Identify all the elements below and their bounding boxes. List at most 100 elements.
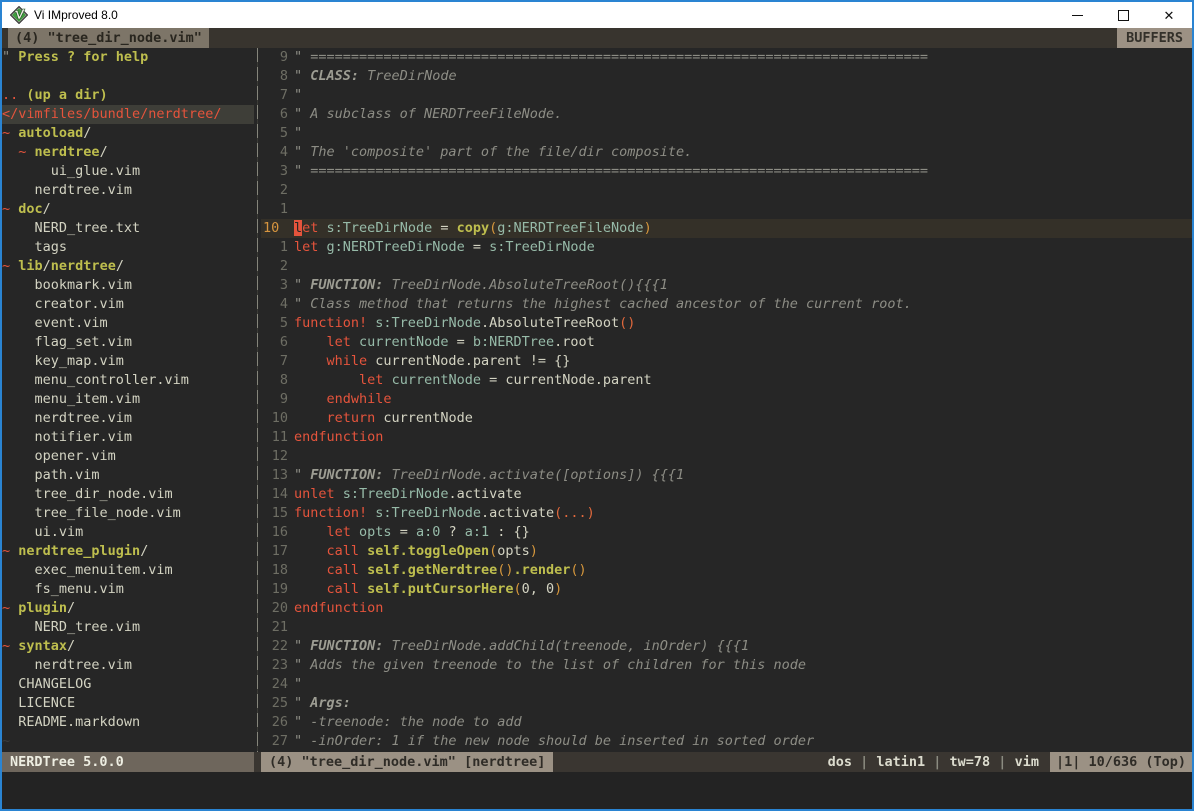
code-line[interactable]: 6 let currentNode = b:NERDTree.root (261, 333, 1192, 352)
token: doc (18, 201, 42, 217)
code-line[interactable]: 1let g:NERDTreeDirNode = s:TreeDirNode (261, 238, 1192, 257)
tree-item[interactable]: LICENCE (2, 694, 254, 713)
tree-item[interactable]: ~ nerdtree_plugin/ (2, 542, 254, 561)
tree-item[interactable]: nerdtree.vim (2, 656, 254, 675)
tree-item[interactable]: ~ nerdtree/ (2, 143, 254, 162)
tree-item[interactable]: creator.vim (2, 295, 254, 314)
tree-item[interactable]: CHANGELOG (2, 675, 254, 694)
tree-item[interactable]: .. (up a dir) (2, 86, 254, 105)
tree-item[interactable]: ui.vim (2, 523, 254, 542)
token: call (327, 581, 360, 597)
code-line[interactable]: 14unlet s:TreeDirNode.activate (261, 485, 1192, 504)
code-line[interactable]: 4" Class method that returns the highest… (261, 295, 1192, 314)
code-line[interactable]: 10 return currentNode (261, 409, 1192, 428)
tree-item[interactable]: tree_dir_node.vim (2, 485, 254, 504)
tree-item[interactable]: NERD_tree.txt (2, 219, 254, 238)
line-number: 21 (261, 618, 288, 637)
tree-item[interactable]: README.markdown (2, 713, 254, 732)
token: nerdtree.vim (2, 182, 132, 198)
code-line[interactable]: 22" FUNCTION: TreeDirNode.addChild(treen… (261, 637, 1192, 656)
token: function! (294, 315, 367, 331)
code-line[interactable]: 2 (261, 181, 1192, 200)
tree-item[interactable]: tree_file_node.vim (2, 504, 254, 523)
code-line[interactable]: 2 (261, 257, 1192, 276)
code-line[interactable]: 24" (261, 675, 1192, 694)
token (294, 391, 327, 407)
token: self.putCursorHere (367, 581, 513, 597)
code-line[interactable]: 4" The 'composite' part of the file/dir … (261, 143, 1192, 162)
code-text: call self.putCursorHere(0, 0) (294, 580, 1192, 599)
code-line[interactable]: 8" CLASS: TreeDirNode (261, 67, 1192, 86)
code-line[interactable]: 9 endwhile (261, 390, 1192, 409)
tree-item[interactable]: ~ autoload/ (2, 124, 254, 143)
tree-item[interactable]: nerdtree.vim (2, 409, 254, 428)
tree-item[interactable]: ~ lib/nerdtree/ (2, 257, 254, 276)
tree-item[interactable]: ~ plugin/ (2, 599, 254, 618)
code-line[interactable]: 11endfunction (261, 428, 1192, 447)
tree-item[interactable]: menu_item.vim (2, 390, 254, 409)
tree-item[interactable]: " Press ? for help (2, 48, 254, 67)
code-line[interactable]: 7 while currentNode.parent != {} (261, 352, 1192, 371)
token: .. (2, 87, 26, 103)
close-button[interactable]: ✕ (1146, 2, 1192, 28)
code-line[interactable]: 17 call self.toggleOpen(opts) (261, 542, 1192, 561)
code-line[interactable]: 10let s:TreeDirNode = copy(g:NERDTreeFil… (261, 219, 1192, 238)
file-status: (4) "tree_dir_node.vim" [nerdtree] (261, 752, 553, 772)
code-line[interactable]: 18 call self.getNerdtree().render() (261, 561, 1192, 580)
code-line[interactable]: 12 (261, 447, 1192, 466)
code-line[interactable]: 3" FUNCTION: TreeDirNode.AbsoluteTreeRoo… (261, 276, 1192, 295)
line-number: 23 (261, 656, 288, 675)
tree-item[interactable]: NERD_tree.vim (2, 618, 254, 637)
tree-item[interactable] (2, 67, 254, 86)
tree-item[interactable]: path.vim (2, 466, 254, 485)
code-line[interactable]: 26" -treenode: the node to add (261, 713, 1192, 732)
code-line[interactable]: 8 let currentNode = currentNode.parent (261, 371, 1192, 390)
code-text: function! s:TreeDirNode.activate(...) (294, 504, 1192, 523)
tree-item[interactable]: exec_menuitem.vim (2, 561, 254, 580)
code-line[interactable]: 5" (261, 124, 1192, 143)
code-line[interactable]: 13" FUNCTION: TreeDirNode.activate([opti… (261, 466, 1192, 485)
code-line[interactable]: 19 call self.putCursorHere(0, 0) (261, 580, 1192, 599)
minimize-button[interactable] (1054, 2, 1100, 28)
tree-root-item[interactable]: </vimfiles/bundle/nerdtree/ (2, 105, 254, 124)
tree-item[interactable]: ~ (2, 732, 254, 751)
code-line[interactable]: 15function! s:TreeDirNode.activate(...) (261, 504, 1192, 523)
maximize-button[interactable] (1100, 2, 1146, 28)
tree-item[interactable]: tags (2, 238, 254, 257)
token (294, 524, 327, 540)
code-line[interactable]: 23" Adds the given treenode to the list … (261, 656, 1192, 675)
tree-item[interactable]: ~ doc/ (2, 200, 254, 219)
code-line[interactable]: 16 let opts = a:0 ? a:1 : {} (261, 523, 1192, 542)
code-line[interactable]: 25" Args: (261, 694, 1192, 713)
tree-item[interactable]: key_map.vim (2, 352, 254, 371)
code-line[interactable]: 1 (261, 200, 1192, 219)
window-separator[interactable] (254, 48, 261, 752)
tab-tree-dir-node[interactable]: (4) "tree_dir_node.vim" (8, 28, 209, 48)
token: g:NERDTreeFileNode (497, 220, 643, 236)
tree-item[interactable]: event.vim (2, 314, 254, 333)
tree-item[interactable]: flag_set.vim (2, 333, 254, 352)
code-line[interactable]: 5function! s:TreeDirNode.AbsoluteTreeRoo… (261, 314, 1192, 333)
token: currentNode (359, 334, 448, 350)
tree-item[interactable]: nerdtree.vim (2, 181, 254, 200)
code-line[interactable]: 7" (261, 86, 1192, 105)
code-line[interactable]: 3" =====================================… (261, 162, 1192, 181)
code-line[interactable]: 20endfunction (261, 599, 1192, 618)
code-line[interactable]: 21 (261, 618, 1192, 637)
code-text: endfunction (294, 428, 1192, 447)
tree-item[interactable]: bookmark.vim (2, 276, 254, 295)
token: plugin (18, 600, 67, 616)
tree-item[interactable]: fs_menu.vim (2, 580, 254, 599)
token (294, 562, 327, 578)
code-text: let currentNode = b:NERDTree.root (294, 333, 1192, 352)
token: return (327, 410, 376, 426)
code-line[interactable]: 9" =====================================… (261, 48, 1192, 67)
tree-item[interactable]: ui_glue.vim (2, 162, 254, 181)
tree-item[interactable]: menu_controller.vim (2, 371, 254, 390)
tree-item[interactable]: opener.vim (2, 447, 254, 466)
token: = currentNode.parent (481, 372, 652, 388)
code-line[interactable]: 6" A subclass of NERDTreeFileNode. (261, 105, 1192, 124)
code-line[interactable]: 27" -inOrder: 1 if the new node should b… (261, 732, 1192, 751)
tree-item[interactable]: notifier.vim (2, 428, 254, 447)
tree-item[interactable]: ~ syntax/ (2, 637, 254, 656)
